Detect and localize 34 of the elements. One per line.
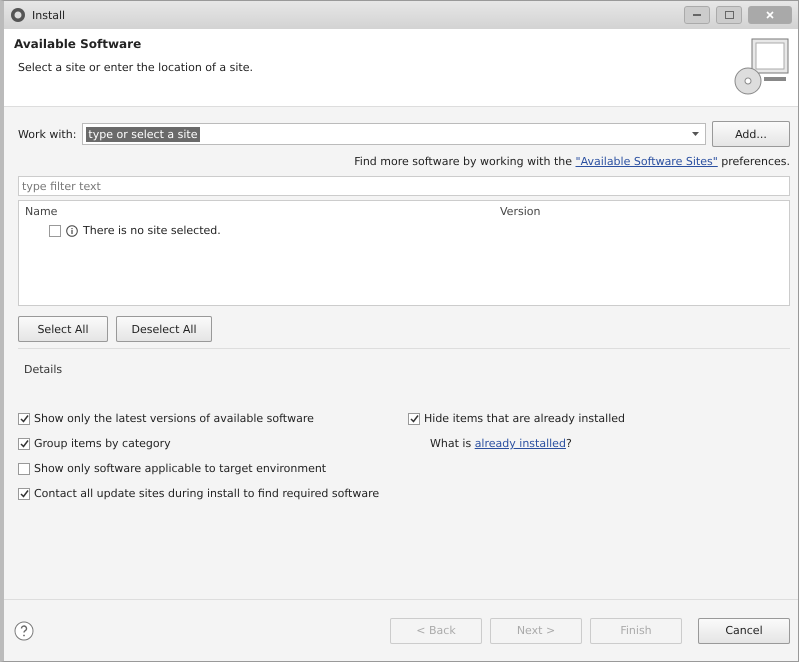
- work-with-label: Work with:: [18, 128, 76, 140]
- select-all-button[interactable]: Select All: [18, 316, 108, 342]
- maximize-icon[interactable]: [716, 6, 742, 24]
- checkbox[interactable]: [18, 462, 30, 474]
- column-header[interactable]: Version: [500, 205, 783, 218]
- app-icon: [10, 7, 26, 23]
- filter-field[interactable]: type filter text: [18, 176, 790, 196]
- option-label: Show only software applicable to target environment: [34, 462, 326, 475]
- checkbox[interactable]: [408, 412, 420, 424]
- checkbox[interactable]: [18, 412, 30, 424]
- minimize-icon[interactable]: [684, 6, 710, 24]
- help-icon[interactable]: [14, 620, 34, 640]
- page-subtitle: Select a site or enter the location of a site.: [18, 61, 254, 74]
- already-installed-link[interactable]: already installed: [474, 437, 566, 450]
- column-header[interactable]: Name: [25, 205, 500, 218]
- page-title: Available Software: [14, 37, 142, 51]
- option-label: Contact all update sites during install to find required software: [34, 487, 380, 500]
- software-sites-link[interactable]: "Available Software Sites": [576, 155, 718, 168]
- window-title: Install: [32, 8, 66, 22]
- info-icon: [66, 224, 78, 236]
- deselect-all-button[interactable]: Deselect All: [116, 316, 212, 342]
- details-label: Details: [24, 363, 64, 376]
- checkbox[interactable]: [18, 488, 30, 500]
- table-cell: There is no site selected.: [83, 224, 221, 237]
- option-label: Hide items that are already installed: [424, 412, 626, 425]
- option-label: Group items by category: [34, 437, 171, 450]
- wizard-button[interactable]: Cancel: [698, 618, 790, 644]
- more-software-text: Find more software by working with the "Available Software Sites" preferences.: [353, 155, 790, 168]
- checkbox[interactable]: [49, 224, 61, 236]
- option-label: Show only the latest versions of available software: [34, 412, 314, 425]
- site-combo-box[interactable]: type or select a site: [82, 123, 706, 145]
- checkbox[interactable]: [18, 438, 30, 450]
- add-button[interactable]: Add...: [712, 121, 790, 147]
- installed-question-text: What is already installed?: [430, 437, 572, 450]
